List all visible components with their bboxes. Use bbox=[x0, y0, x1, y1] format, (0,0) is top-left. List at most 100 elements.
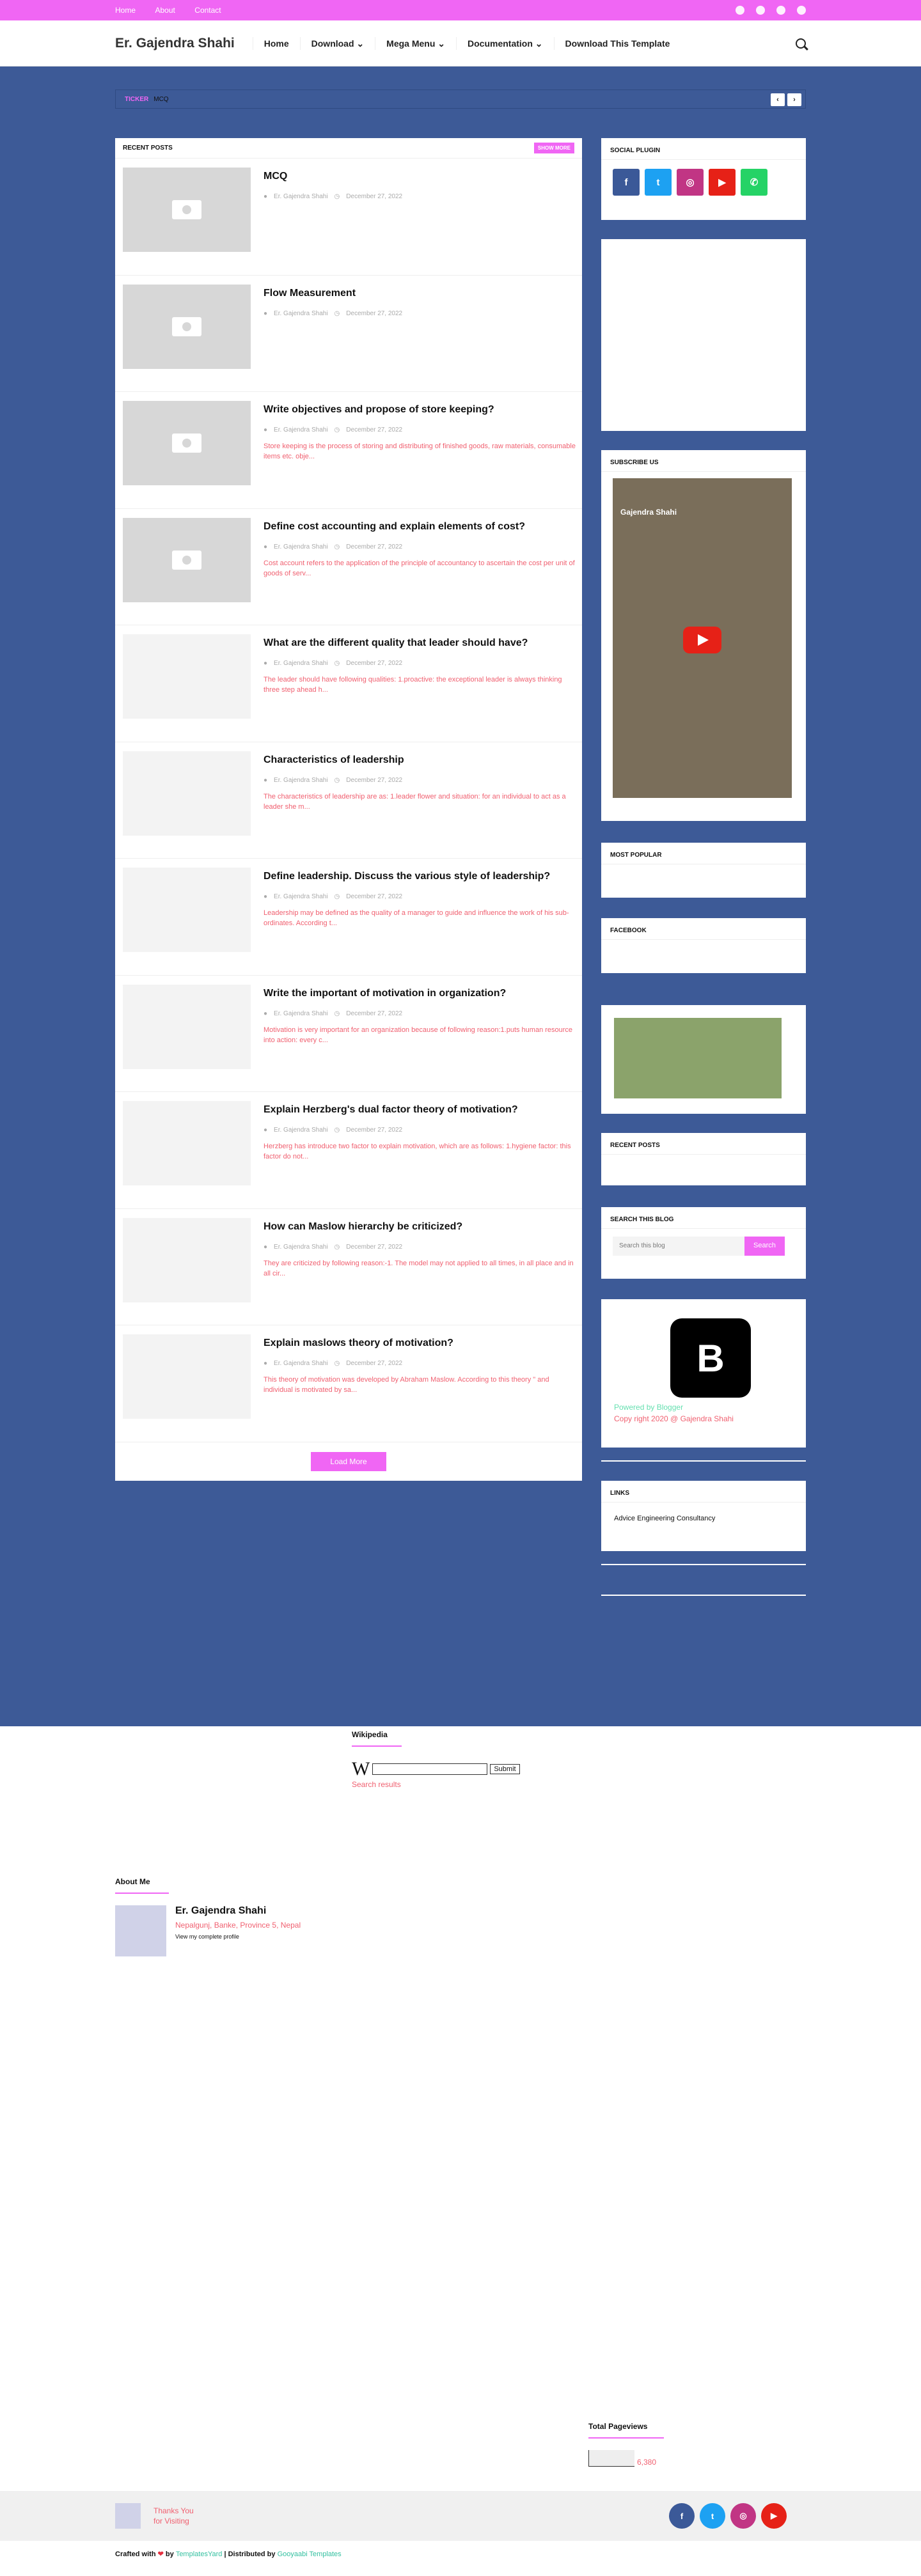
youtube-video[interactable]: Gajendra Shahi bbox=[613, 478, 792, 798]
avatar[interactable] bbox=[115, 1905, 166, 1956]
post-item[interactable]: Characteristics of leadership ● Er. Gajend… bbox=[115, 742, 582, 859]
post-title[interactable]: Characteristics of leadership bbox=[264, 754, 577, 767]
post-author[interactable]: Er. Gajendra Shahi bbox=[274, 1244, 328, 1251]
wiki-search-input[interactable] bbox=[372, 1763, 488, 1775]
twitter-icon[interactable]: t bbox=[700, 2503, 725, 2529]
post-thumbnail[interactable] bbox=[123, 284, 251, 369]
post-title[interactable]: Explain Herzberg's dual factor theory of… bbox=[264, 1104, 577, 1116]
nav-mega-menu[interactable]: Mega Menu ⌄ bbox=[375, 36, 456, 50]
post-date: December 27, 2022 bbox=[346, 426, 403, 433]
facebook-icon[interactable] bbox=[736, 6, 744, 15]
chevron-right-icon[interactable]: › bbox=[787, 93, 801, 106]
nav-download[interactable]: Download ⌄ bbox=[299, 36, 375, 50]
post-author[interactable]: Er. Gajendra Shahi bbox=[274, 893, 328, 900]
post-author[interactable]: Er. Gajendra Shahi bbox=[274, 543, 328, 550]
distributed-text: | Distributed by bbox=[224, 2550, 276, 2558]
post-item[interactable]: Define leadership. Discuss the various s… bbox=[115, 859, 582, 976]
youtube-icon[interactable]: ▶ bbox=[709, 169, 736, 196]
post-thumbnail[interactable] bbox=[123, 168, 251, 252]
nav-download-template[interactable]: Download This Template bbox=[553, 36, 681, 50]
instagram-icon[interactable]: ◎ bbox=[677, 169, 704, 196]
play-icon[interactable] bbox=[683, 627, 721, 653]
author-icon: ● bbox=[264, 1010, 268, 1017]
powered-by[interactable]: Powered by Blogger bbox=[601, 1398, 806, 1412]
instagram-icon[interactable] bbox=[776, 6, 785, 15]
post-author[interactable]: Er. Gajendra Shahi bbox=[274, 1360, 328, 1367]
widget-title: About Me bbox=[115, 1877, 169, 1894]
post-title[interactable]: Define leadership. Discuss the various s… bbox=[264, 870, 577, 883]
author-icon: ● bbox=[264, 893, 268, 900]
post-thumbnail[interactable] bbox=[123, 984, 251, 1069]
post-date: December 27, 2022 bbox=[346, 1243, 403, 1251]
search-input[interactable]: Search this blog bbox=[613, 1237, 744, 1256]
top-link-home[interactable]: Home bbox=[115, 6, 136, 15]
post-item[interactable]: Define cost accounting and explain eleme… bbox=[115, 509, 582, 625]
profile-name[interactable]: Er. Gajendra Shahi bbox=[175, 1905, 301, 1917]
link-item[interactable]: Advice Engineering Consultancy bbox=[601, 1503, 806, 1535]
pinterest-icon[interactable] bbox=[797, 6, 806, 15]
post-author[interactable]: Er. Gajendra Shahi bbox=[274, 310, 328, 317]
post-item[interactable]: Explain Herzberg's dual factor theory of… bbox=[115, 1092, 582, 1209]
youtube-icon[interactable]: ▶ bbox=[761, 2503, 787, 2529]
profile-location: Nepalgunj, Banke, Province 5, Nepal bbox=[175, 1921, 301, 1930]
post-thumbnail[interactable] bbox=[123, 401, 251, 485]
post-title[interactable]: What are the different quality that lead… bbox=[264, 637, 577, 650]
ticker-text[interactable]: MCQ bbox=[154, 96, 168, 103]
post-item[interactable]: MCQ ● Er. Gajendra Shahi ◷ December 27, 2022 bbox=[115, 159, 582, 276]
post-thumbnail[interactable] bbox=[123, 1217, 251, 1302]
post-item[interactable]: What are the different quality that lead… bbox=[115, 625, 582, 742]
blogger-logo[interactable]: B bbox=[670, 1318, 751, 1398]
post-thumbnail[interactable] bbox=[123, 634, 251, 719]
post-date: December 27, 2022 bbox=[346, 660, 403, 667]
post-title[interactable]: Write objectives and propose of store ke… bbox=[264, 403, 577, 416]
facebook-icon[interactable]: f bbox=[669, 2503, 695, 2529]
post-item[interactable]: How can Maslow hierarchy be criticized? ●… bbox=[115, 1209, 582, 1325]
post-thumbnail[interactable] bbox=[123, 1101, 251, 1185]
post-title[interactable]: Flow Measurement bbox=[264, 287, 577, 300]
post-item[interactable]: Write objectives and propose of store ke… bbox=[115, 392, 582, 509]
crafted-text: Crafted with bbox=[115, 2550, 156, 2558]
twitter-icon[interactable] bbox=[756, 6, 765, 15]
facebook-icon[interactable]: f bbox=[613, 169, 640, 196]
templatesyard-link[interactable]: TemplatesYard bbox=[176, 2550, 223, 2558]
post-info: Explain maslows theory of motivation? ● Er… bbox=[264, 1334, 577, 1433]
author-icon: ● bbox=[264, 660, 268, 667]
load-more-button[interactable]: Load More bbox=[311, 1451, 386, 1471]
post-item[interactable]: Write the important of motivation in org… bbox=[115, 976, 582, 1092]
profile-link[interactable]: View my complete profile bbox=[175, 1933, 301, 1940]
post-title[interactable]: Define cost accounting and explain eleme… bbox=[264, 520, 577, 533]
post-title[interactable]: How can Maslow hierarchy be criticized? bbox=[264, 1221, 577, 1233]
wiki-submit-button[interactable]: Submit bbox=[490, 1764, 520, 1774]
gooyaabi-link[interactable]: Gooyaabi Templates bbox=[278, 2550, 342, 2558]
top-link-contact[interactable]: Contact bbox=[194, 6, 221, 15]
post-thumbnail[interactable] bbox=[123, 1334, 251, 1419]
heart-icon: ❤ bbox=[157, 2550, 164, 2558]
post-author[interactable]: Er. Gajendra Shahi bbox=[274, 1010, 328, 1017]
top-link-about[interactable]: About bbox=[155, 6, 175, 15]
post-author[interactable]: Er. Gajendra Shahi bbox=[274, 426, 328, 433]
search-icon[interactable] bbox=[796, 38, 806, 49]
instagram-icon[interactable]: ◎ bbox=[730, 2503, 756, 2529]
chevron-left-icon[interactable]: ‹ bbox=[771, 93, 785, 106]
post-info: What are the different quality that lead… bbox=[264, 634, 577, 733]
nav-home[interactable]: Home bbox=[252, 36, 300, 50]
whatsapp-icon[interactable]: ✆ bbox=[741, 169, 767, 196]
post-title[interactable]: Write the important of motivation in org… bbox=[264, 987, 577, 1000]
post-thumbnail[interactable] bbox=[123, 868, 251, 952]
post-title[interactable]: MCQ bbox=[264, 170, 577, 183]
post-thumbnail[interactable] bbox=[123, 517, 251, 602]
show-more-button[interactable]: SHOW MORE bbox=[533, 143, 574, 153]
post-author[interactable]: Er. Gajendra Shahi bbox=[274, 777, 328, 784]
post-item[interactable]: Explain maslows theory of motivation? ● Er… bbox=[115, 1325, 582, 1442]
post-title[interactable]: Explain maslows theory of motivation? bbox=[264, 1337, 577, 1350]
post-author[interactable]: Er. Gajendra Shahi bbox=[274, 660, 328, 667]
site-brand[interactable]: Er. Gajendra Shahi bbox=[115, 36, 235, 51]
post-thumbnail[interactable] bbox=[123, 751, 251, 836]
twitter-icon[interactable]: t bbox=[645, 169, 672, 196]
post-author[interactable]: Er. Gajendra Shahi bbox=[274, 193, 328, 200]
thanks-line-1: Thanks You bbox=[154, 2506, 194, 2515]
post-author[interactable]: Er. Gajendra Shahi bbox=[274, 1127, 328, 1134]
post-item[interactable]: Flow Measurement ● Er. Gajendra Shahi ◷ Dece… bbox=[115, 276, 582, 392]
nav-documentation[interactable]: Documentation ⌄ bbox=[456, 36, 554, 50]
search-button[interactable]: Search bbox=[744, 1237, 785, 1256]
